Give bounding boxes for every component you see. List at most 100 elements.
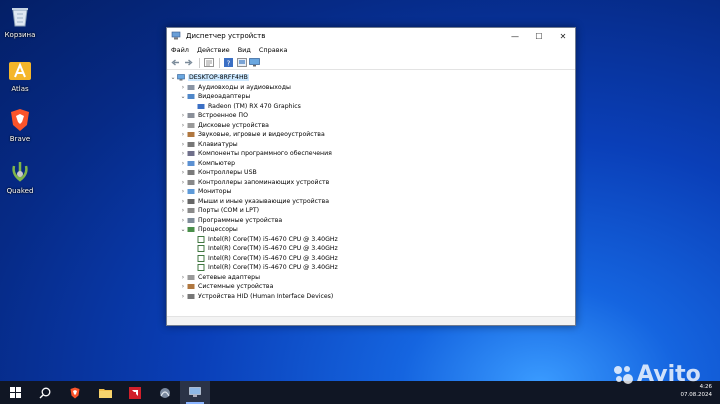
menu-view[interactable]: Вид — [238, 46, 251, 54]
taskbar-explorer[interactable] — [90, 381, 120, 404]
taskbar-app[interactable] — [150, 381, 180, 404]
close-button[interactable]: ✕ — [551, 28, 575, 44]
menu-bar: Файл Действие Вид Справка — [167, 44, 575, 56]
tree-category-item[interactable]: › Мониторы — [167, 187, 575, 197]
tree-category-item[interactable]: › Контроллеры USB — [167, 168, 575, 178]
device-category-icon — [187, 122, 195, 128]
tree-category-item[interactable]: › Устройства HID (Human Interface Devices… — [167, 292, 575, 302]
expand-chevron-icon[interactable]: › — [179, 282, 187, 291]
tree-item-label: Встроенное ПО — [198, 112, 248, 120]
expand-chevron-icon[interactable]: › — [179, 178, 187, 187]
tree-device-item[interactable]: Intel(R) Core(TM) i5-4670 CPU @ 3.40GHz — [167, 235, 575, 245]
tree-item-label: Контроллеры запоминающих устройств — [198, 178, 330, 186]
back-button[interactable] — [170, 57, 181, 68]
desktop-icon-label: Brave — [9, 135, 31, 143]
tree-category-item[interactable]: › Порты (COM и LPT) — [167, 206, 575, 216]
maximize-button[interactable]: ☐ — [527, 28, 551, 44]
help-button[interactable]: ? — [223, 57, 234, 68]
expand-chevron-icon[interactable]: › — [179, 273, 187, 282]
menu-file[interactable]: Файл — [171, 46, 189, 54]
tree-category-item[interactable]: ⌄ Видеоадаптеры — [167, 92, 575, 102]
tree-device-item[interactable]: Intel(R) Core(TM) i5-4670 CPU @ 3.40GHz — [167, 254, 575, 264]
desktop-icon-quaked[interactable]: Quaked — [2, 160, 38, 195]
menu-action[interactable]: Действие — [197, 46, 230, 54]
tree-category-item[interactable]: › Системные устройства — [167, 282, 575, 292]
tree-device-item[interactable]: Intel(R) Core(TM) i5-4670 CPU @ 3.40GHz — [167, 263, 575, 273]
expand-chevron-icon[interactable]: › — [179, 149, 187, 158]
collapse-chevron-icon[interactable]: ⌄ — [179, 92, 187, 101]
desktop-icon-label: Корзина — [4, 31, 36, 39]
device-category-icon — [187, 208, 195, 214]
tree-category-item[interactable]: › Компоненты программного обеспечения — [167, 149, 575, 159]
device-category-icon — [187, 284, 195, 290]
expand-chevron-icon[interactable]: › — [179, 159, 187, 168]
expand-chevron-icon[interactable]: › — [179, 168, 187, 177]
device-category-icon — [187, 293, 195, 299]
tree-category-item[interactable]: › Дисковые устройства — [167, 121, 575, 131]
tree-category-item[interactable]: › Компьютер — [167, 159, 575, 169]
collapse-chevron-icon[interactable]: ⌄ — [179, 225, 187, 234]
expand-chevron-icon[interactable]: › — [179, 206, 187, 215]
tree-category-item[interactable]: › Аудиовходы и аудиовыходы — [167, 83, 575, 93]
quaked-icon — [12, 162, 28, 182]
tree-item-label: Компьютер — [198, 159, 236, 167]
folder-icon — [98, 389, 112, 398]
forward-button[interactable] — [183, 57, 194, 68]
device-manager-window: Диспетчер устройств — ☐ ✕ Файл Действие … — [166, 27, 576, 326]
status-bar — [167, 316, 575, 325]
taskbar-brave[interactable] — [60, 381, 90, 404]
tree-item-label: Сетевые адаптеры — [198, 273, 260, 281]
menu-help[interactable]: Справка — [259, 46, 288, 54]
tree-device-item[interactable]: Radeon (TM) RX 470 Graphics — [167, 102, 575, 112]
tree-category-item[interactable]: › Сетевые адаптеры — [167, 273, 575, 283]
desktop-icon-recycle-bin[interactable]: Корзина — [2, 4, 38, 39]
tree-item-label: Программные устройства — [198, 216, 283, 224]
toolbar-separator — [199, 57, 200, 68]
tree-category-item[interactable]: › Программные устройства — [167, 216, 575, 226]
tree-item-label: Контроллеры USB — [198, 169, 257, 177]
device-category-icon — [187, 189, 195, 195]
tree-category-item[interactable]: ⌄ Процессоры — [167, 225, 575, 235]
device-category-icon — [197, 103, 205, 109]
device-category-icon — [187, 179, 195, 185]
expand-chevron-icon[interactable]: › — [179, 292, 187, 301]
collapse-chevron-icon[interactable]: ⌄ — [169, 73, 177, 82]
device-manager-icon — [171, 31, 181, 40]
title-bar[interactable]: Диспетчер устройств — ☐ ✕ — [167, 28, 575, 44]
expand-chevron-icon[interactable]: › — [179, 197, 187, 206]
clock[interactable]: 4:26 07.08.2024 — [681, 383, 713, 399]
tree-category-item[interactable]: › Мыши и иные указывающие устройства — [167, 197, 575, 207]
tree-category-item[interactable]: › Встроенное ПО — [167, 111, 575, 121]
expand-chevron-icon[interactable]: › — [179, 121, 187, 130]
minimize-button[interactable]: — — [503, 28, 527, 44]
expand-chevron-icon[interactable]: › — [179, 216, 187, 225]
device-category-icon — [187, 84, 195, 90]
tree-category-item[interactable]: › Звуковые, игровые и видеоустройства — [167, 130, 575, 140]
desktop-icon-atlas[interactable]: Atlas — [2, 58, 38, 93]
tree-device-item[interactable]: Intel(R) Core(TM) i5-4670 CPU @ 3.40GHz — [167, 244, 575, 254]
tree-item-label: Процессоры — [198, 226, 238, 234]
tree-category-item[interactable]: › Контроллеры запоминающих устройств — [167, 178, 575, 188]
app-icon — [160, 387, 170, 398]
expand-chevron-icon[interactable]: › — [179, 111, 187, 120]
start-button[interactable] — [0, 381, 30, 404]
tree-item-label: Клавиатуры — [198, 140, 238, 148]
properties-button[interactable] — [203, 57, 214, 68]
tree-root[interactable]: ⌄ DESKTOP-8RFF4HB — [167, 73, 575, 83]
expand-chevron-icon[interactable]: › — [179, 83, 187, 92]
properties-icon — [203, 58, 214, 67]
expand-chevron-icon[interactable]: › — [179, 187, 187, 196]
search-button[interactable] — [30, 381, 60, 404]
taskbar-amd[interactable] — [120, 381, 150, 404]
device-category-icon — [187, 132, 195, 138]
expand-chevron-icon[interactable]: › — [179, 130, 187, 139]
tree-category-item[interactable]: › Клавиатуры — [167, 140, 575, 150]
computer-icon — [177, 74, 185, 81]
device-category-icon — [187, 170, 195, 176]
taskbar-device-manager[interactable] — [180, 381, 210, 404]
driver-button[interactable] — [236, 57, 247, 68]
window-title: Диспетчер устройств — [186, 32, 266, 40]
desktop-icon-brave[interactable]: Brave — [2, 108, 38, 143]
scan-hardware-button[interactable] — [249, 57, 260, 68]
expand-chevron-icon[interactable]: › — [179, 140, 187, 149]
